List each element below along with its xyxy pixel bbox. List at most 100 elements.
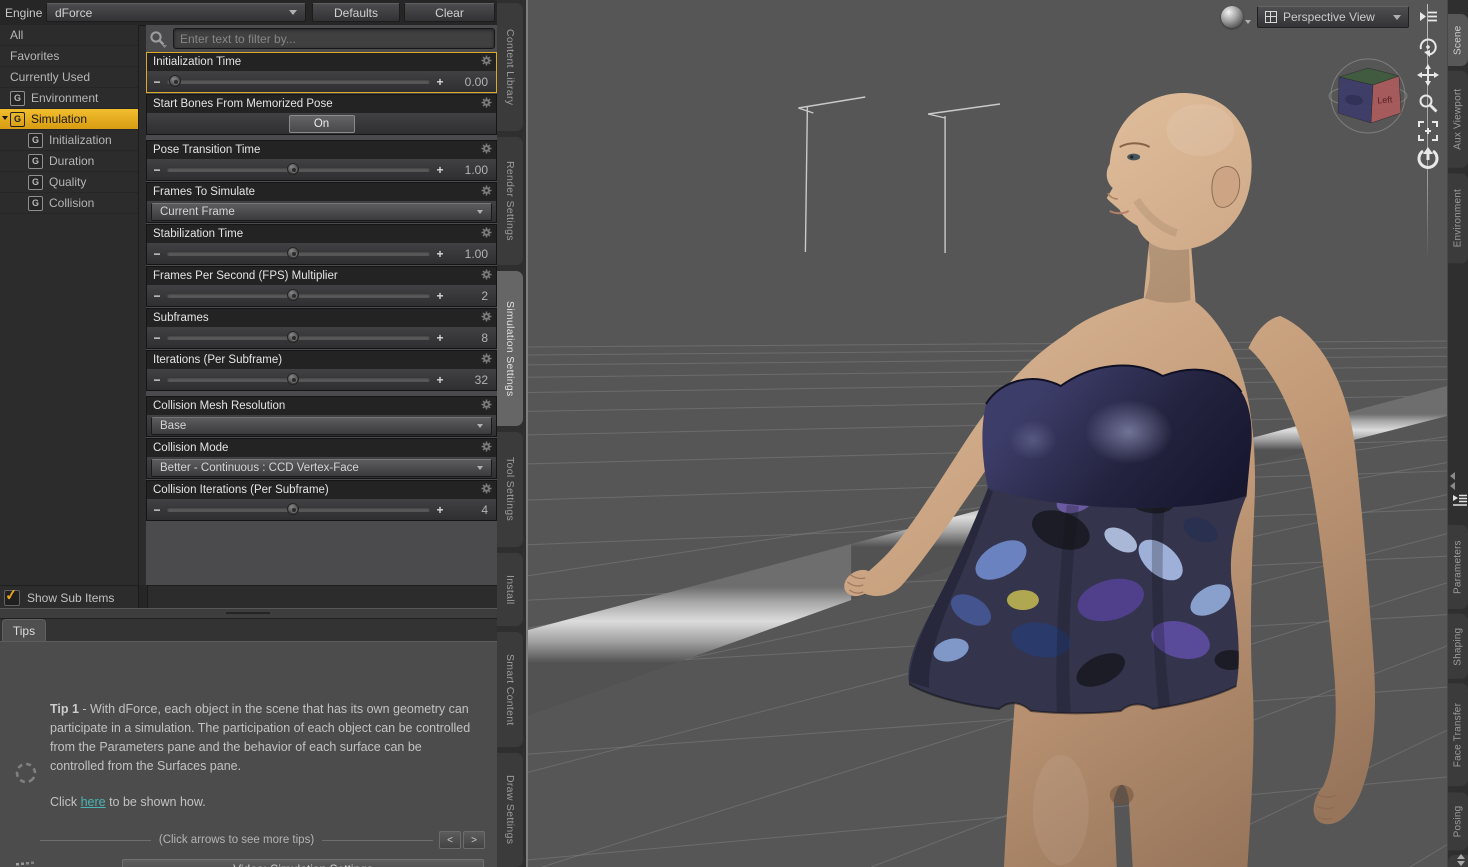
slider-increment[interactable]: + <box>434 289 446 303</box>
figure-head[interactable] <box>1106 92 1252 251</box>
slider-track[interactable] <box>167 289 430 301</box>
tab-posing[interactable]: Posing <box>1448 791 1468 850</box>
property-dropdown[interactable]: Better - Continuous : CCD Vertex-Face <box>151 458 492 477</box>
slider-handle[interactable] <box>287 503 300 515</box>
pan-icon[interactable] <box>1414 62 1442 88</box>
tab-parameters[interactable]: Parameters <box>1448 524 1468 609</box>
slider-decrement[interactable]: − <box>151 331 163 345</box>
figure[interactable] <box>839 92 1376 867</box>
slider-value[interactable]: 2 <box>446 289 492 303</box>
slider-handle[interactable] <box>168 75 181 87</box>
draw-style-sphere-icon[interactable] <box>1221 6 1243 28</box>
tab-environment[interactable]: Environment <box>1448 172 1468 264</box>
clear-button[interactable]: Clear <box>404 3 495 22</box>
gear-icon[interactable] <box>481 141 492 159</box>
tip-here-link[interactable]: here <box>81 795 106 809</box>
scroll-up-icon[interactable] <box>1457 854 1465 859</box>
tab-tips[interactable]: Tips <box>2 619 46 641</box>
gear-icon[interactable] <box>481 183 492 201</box>
sidebar-item-initialization[interactable]: G Initialization <box>0 130 138 151</box>
slider-value[interactable]: 1.00 <box>446 247 492 261</box>
slider-value[interactable]: 1.00 <box>446 163 492 177</box>
sidebar-item-collision[interactable]: G Collision <box>0 193 138 214</box>
horizontal-splitter[interactable] <box>0 608 497 621</box>
camera-view-dropdown[interactable]: Perspective View <box>1257 6 1409 28</box>
sidebar-item-quality[interactable]: G Quality <box>0 172 138 193</box>
slider-handle[interactable] <box>287 331 300 343</box>
gear-icon[interactable] <box>481 267 492 285</box>
pane-menu-icon[interactable] <box>1452 492 1468 510</box>
gear-icon[interactable] <box>481 481 492 499</box>
tab-smart-content[interactable]: Smart Content <box>497 632 523 747</box>
scroll-down-icon[interactable] <box>1457 861 1465 866</box>
gear-icon[interactable] <box>481 397 492 415</box>
viewport-options-icon[interactable] <box>1414 4 1442 30</box>
slider-decrement[interactable]: − <box>151 247 163 261</box>
gear-icon[interactable] <box>481 53 492 71</box>
slider-increment[interactable]: + <box>434 503 446 517</box>
slider-decrement[interactable]: − <box>151 75 163 89</box>
gear-icon[interactable] <box>481 351 492 369</box>
gear-icon[interactable] <box>481 225 492 243</box>
wireframe-stands[interactable] <box>798 96 1001 253</box>
slider-decrement[interactable]: − <box>151 289 163 303</box>
sidebar-item-all[interactable]: All <box>0 25 138 46</box>
property-dropdown[interactable]: Current Frame <box>151 202 492 221</box>
slider-track[interactable] <box>167 247 430 259</box>
gear-icon[interactable] <box>481 95 492 113</box>
dress-top[interactable] <box>982 364 1252 510</box>
gear-icon[interactable] <box>481 309 492 327</box>
reset-view-icon[interactable] <box>1414 145 1442 171</box>
defaults-button[interactable]: Defaults <box>312 3 400 22</box>
tab-draw-settings[interactable]: Draw Settings <box>497 752 523 867</box>
tab-aux-viewport[interactable]: Aux Viewport <box>1448 71 1468 168</box>
tab-install[interactable]: Install <box>497 552 523 627</box>
slider-track[interactable] <box>167 75 430 87</box>
search-icon[interactable] <box>148 30 168 48</box>
video-simulation-settings-button[interactable]: Video: Simulation Settings <box>122 859 484 867</box>
slider-increment[interactable]: + <box>434 373 446 387</box>
scroll-left-icon[interactable] <box>1450 481 1455 490</box>
tab-scene[interactable]: Scene <box>1448 14 1468 66</box>
slider-value[interactable]: 4 <box>446 503 492 517</box>
property-dropdown[interactable]: Base <box>151 416 492 435</box>
slider-track[interactable] <box>167 163 430 175</box>
slider-value[interactable]: 0.00 <box>446 75 492 89</box>
tab-tool-settings[interactable]: Tool Settings <box>497 432 523 547</box>
tab-simulation-settings[interactable]: Simulation Settings <box>497 271 523 427</box>
tab-content-library[interactable]: Content Library <box>497 3 523 131</box>
slider-increment[interactable]: + <box>434 75 446 89</box>
slider-increment[interactable]: + <box>434 163 446 177</box>
expander-icon[interactable] <box>2 116 8 120</box>
sidebar-item-simulation[interactable]: G Simulation <box>0 109 138 130</box>
slider-handle[interactable] <box>287 289 300 301</box>
sidebar-item-environment[interactable]: G Environment <box>0 88 138 109</box>
slider-handle[interactable] <box>287 163 300 175</box>
scroll-left-icon[interactable] <box>1450 471 1455 480</box>
frame-icon[interactable] <box>1414 118 1442 144</box>
previous-tip-button[interactable]: < <box>439 831 462 849</box>
tab-shaping[interactable]: Shaping <box>1448 613 1468 679</box>
viewport-3d[interactable]: Perspective View Left <box>526 0 1447 867</box>
sidebar-item-currently-used[interactable]: Currently Used <box>0 67 138 88</box>
slider-decrement[interactable]: − <box>151 503 163 517</box>
slider-track[interactable] <box>167 331 430 343</box>
scene-canvas[interactable] <box>528 0 1447 867</box>
sidebar-item-favorites[interactable]: Favorites <box>0 46 138 67</box>
tab-render-settings[interactable]: Render Settings <box>497 137 523 265</box>
show-sub-items-checkbox[interactable]: ✓ <box>4 586 20 606</box>
slider-value[interactable]: 8 <box>446 331 492 345</box>
slider-decrement[interactable]: − <box>151 163 163 177</box>
zoom-icon[interactable] <box>1414 90 1442 116</box>
engine-dropdown[interactable]: dForce <box>46 3 306 22</box>
next-tip-button[interactable]: > <box>463 831 486 849</box>
slider-handle[interactable] <box>287 247 300 259</box>
slider-track[interactable] <box>167 503 430 515</box>
orbit-icon[interactable] <box>1414 34 1442 60</box>
toggle-on-button[interactable]: On <box>288 114 355 133</box>
filter-input[interactable] <box>173 28 495 49</box>
slider-value[interactable]: 32 <box>446 373 492 387</box>
slider-decrement[interactable]: − <box>151 373 163 387</box>
slider-increment[interactable]: + <box>434 331 446 345</box>
tab-partial[interactable] <box>1448 854 1468 867</box>
